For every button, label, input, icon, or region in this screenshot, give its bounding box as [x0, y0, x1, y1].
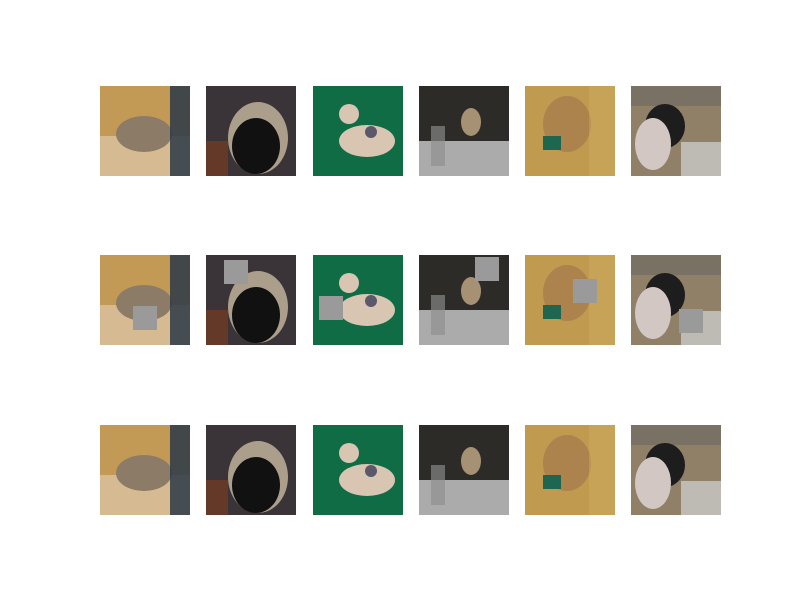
reconstructed-image-1	[100, 425, 190, 515]
image-content	[100, 255, 190, 345]
masked-image-2	[206, 255, 296, 345]
original-image-2	[206, 86, 296, 176]
masked-image-4	[419, 255, 509, 345]
masked-patch	[133, 306, 157, 330]
reconstructed-image-6	[631, 425, 721, 515]
reconstructed-image-2	[206, 425, 296, 515]
masked-patch	[679, 309, 703, 333]
reconstructed-image-4	[419, 425, 509, 515]
reconstructed-image-5	[525, 425, 615, 515]
masked-patch	[224, 260, 248, 284]
masked-patch	[573, 279, 597, 303]
reconstructed-image-3	[313, 425, 403, 515]
masked-image-6	[631, 255, 721, 345]
image-content	[313, 425, 403, 515]
image-content	[525, 86, 615, 176]
original-image-5	[525, 86, 615, 176]
image-content	[100, 425, 190, 515]
image-content	[206, 425, 296, 515]
image-content	[525, 255, 615, 345]
masked-image-1	[100, 255, 190, 345]
masked-patch	[475, 257, 499, 281]
masked-image-5	[525, 255, 615, 345]
original-image-6	[631, 86, 721, 176]
image-content	[206, 255, 296, 345]
masked-image-3	[313, 255, 403, 345]
image-content	[419, 425, 509, 515]
image-content	[631, 255, 721, 345]
image-content	[206, 86, 296, 176]
image-grid-figure	[0, 0, 800, 600]
image-content	[631, 425, 721, 515]
image-content	[631, 86, 721, 176]
image-content	[419, 86, 509, 176]
image-content	[525, 425, 615, 515]
original-image-1	[100, 86, 190, 176]
masked-patch	[319, 296, 343, 320]
image-content	[100, 86, 190, 176]
original-image-3	[313, 86, 403, 176]
original-image-4	[419, 86, 509, 176]
image-content	[313, 86, 403, 176]
